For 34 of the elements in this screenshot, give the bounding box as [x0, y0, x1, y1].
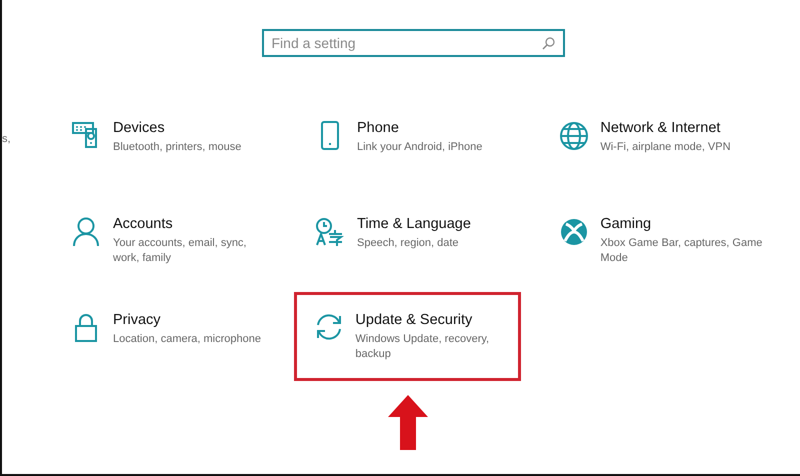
search-icon — [542, 36, 554, 50]
keyboard-speaker-icon — [72, 121, 100, 149]
category-title: Gaming — [600, 215, 652, 234]
settings-category[interactable]: Accounts Your accounts, email, sync, work, family — [50, 196, 294, 285]
category-title: Privacy — [113, 311, 161, 330]
settings-category[interactable]: Network & Internet Wi-Fi, airplane mode, VPN — [538, 100, 782, 189]
clock-language-icon — [315, 217, 345, 247]
category-title: Devices — [113, 119, 165, 138]
category-description: Wi-Fi, airplane mode, VPN — [600, 140, 731, 155]
search-field[interactable]: Find a setting — [270, 34, 542, 52]
settings-category[interactable]: Privacy Location, camera, microphone — [50, 292, 294, 381]
person-icon — [72, 217, 100, 247]
up-arrow-icon — [388, 395, 428, 450]
category-description: Bluetooth, printers, mouse — [113, 140, 242, 155]
phone-icon — [320, 121, 340, 151]
category-title: Phone — [357, 119, 399, 138]
settings-category[interactable]: Gaming Xbox Game Bar, captures, Game Mode — [538, 196, 782, 285]
category-description: Your accounts, email, sync, work, family — [113, 236, 248, 266]
category-description: Speech, region, date — [357, 236, 459, 251]
lock-icon — [74, 313, 98, 343]
category-title: Time & Language — [357, 215, 471, 234]
globe-icon — [558, 121, 589, 151]
settings-category[interactable]: Phone Link your Android, iPhone — [294, 100, 538, 189]
category-title: Accounts — [113, 215, 173, 234]
cut-off-description: s, — [2, 133, 12, 147]
settings-category[interactable]: Devices Bluetooth, printers, mouse — [50, 100, 294, 189]
settings-category[interactable]: Time & Language Speech, region, date — [294, 196, 538, 285]
category-description: Windows Update, recovery, backup — [355, 332, 490, 362]
category-title: Network & Internet — [600, 119, 720, 138]
category-description: Xbox Game Bar, captures, Game Mode — [600, 236, 764, 266]
category-description: Location, camera, microphone — [113, 332, 261, 347]
search-box[interactable]: Find a setting — [262, 29, 564, 57]
category-title: Update & Security — [355, 311, 472, 330]
category-description: Link your Android, iPhone — [357, 140, 482, 155]
